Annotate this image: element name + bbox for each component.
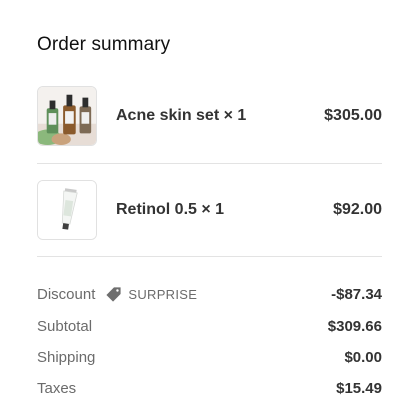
skincare-bottles-image [38, 87, 96, 145]
taxes-label: Taxes [37, 379, 77, 397]
order-summary-title: Order summary [37, 34, 171, 55]
line-item: Retinol 0.5 × 1 $92.00 [37, 179, 382, 241]
shipping-value: $0.00 [344, 348, 382, 366]
item-price: $92.00 [333, 201, 382, 218]
retinol-tube-image [38, 181, 96, 239]
discount-code: SURPRISE [128, 286, 198, 302]
product-thumbnail [37, 180, 97, 240]
shipping-label: Shipping [37, 348, 96, 366]
discount-value: -$87.34 [331, 285, 382, 303]
discount-row: Discount SURPRISE -$87.34 [37, 283, 382, 305]
subtotal-value: $309.66 [327, 317, 382, 335]
tag-icon [106, 286, 121, 302]
taxes-row: Taxes $15.49 [37, 377, 382, 399]
divider [37, 256, 382, 257]
divider [37, 163, 382, 164]
item-name: Acne skin set × 1 [116, 107, 247, 124]
subtotal-row: Subtotal $309.66 [37, 315, 382, 337]
taxes-value: $15.49 [336, 379, 382, 397]
product-thumbnail [37, 86, 97, 146]
subtotal-label: Subtotal [37, 317, 93, 335]
item-price: $305.00 [324, 107, 382, 124]
line-item: Acne skin set × 1 $305.00 [37, 85, 382, 147]
discount-label: Discount [37, 285, 96, 303]
shipping-row: Shipping $0.00 [37, 346, 382, 368]
item-name: Retinol 0.5 × 1 [116, 201, 225, 218]
discount-code-tag: SURPRISE [105, 286, 197, 303]
